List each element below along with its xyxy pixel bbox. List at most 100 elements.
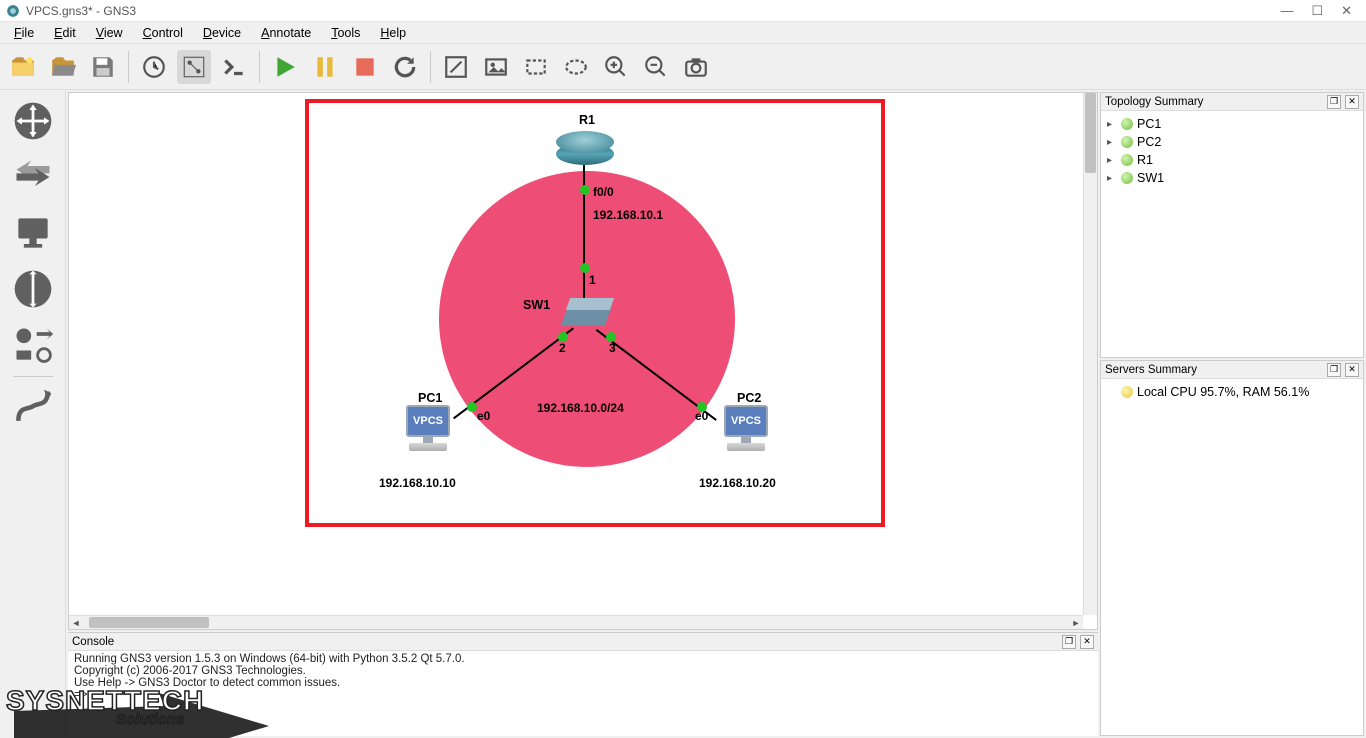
topology-header: Topology Summary ❐ ✕	[1101, 93, 1363, 111]
scroll-left-arrow[interactable]: ◄	[69, 616, 83, 630]
port-pc1-e0	[467, 402, 477, 412]
topology-undock-button[interactable]: ❐	[1327, 95, 1341, 109]
topology-item-sw1[interactable]: ▸SW1	[1107, 169, 1357, 187]
new-project-button[interactable]	[6, 50, 40, 84]
network-label: 192.168.10.0/24	[537, 401, 624, 415]
ellipse-button[interactable]	[559, 50, 593, 84]
server-local[interactable]: Local CPU 95.7%, RAM 56.1%	[1107, 383, 1357, 401]
titlebar: VPCS.gns3* - GNS3 — ☐ ✕	[0, 0, 1366, 22]
console-close-button[interactable]: ✕	[1080, 635, 1094, 649]
servers-close-button[interactable]: ✕	[1345, 363, 1359, 377]
console-line-1: Running GNS3 version 1.5.3 on Windows (6…	[74, 653, 1092, 665]
topology-canvas[interactable]: R1 f0/0 192.168.10.1 SW1 1 2 3 192.168.1…	[69, 93, 1083, 615]
sw1-label[interactable]: SW1	[523, 298, 550, 312]
pc2-badge: VPCS	[724, 405, 768, 437]
console-undock-button[interactable]: ❐	[1062, 635, 1076, 649]
right-column: Topology Summary ❐ ✕ ▸PC1 ▸PC2 ▸R1 ▸SW1 …	[1100, 90, 1366, 738]
console-prompt: =>	[74, 689, 1092, 701]
minimize-button[interactable]: —	[1280, 3, 1293, 19]
pc2-ip: 192.168.10.20	[699, 476, 776, 490]
horizontal-scrollbar[interactable]: ◄ ►	[69, 615, 1083, 629]
sw1-p1: 1	[589, 273, 596, 287]
port-sw1-1	[580, 263, 590, 273]
close-button[interactable]: ✕	[1341, 3, 1352, 19]
menu-tools[interactable]: Tools	[323, 24, 368, 42]
topology-tree[interactable]: ▸PC1 ▸PC2 ▸R1 ▸SW1	[1101, 111, 1363, 191]
toolbar	[0, 44, 1366, 90]
security-button[interactable]	[6, 262, 60, 316]
status-dot-icon	[1121, 154, 1133, 166]
console-button[interactable]	[217, 50, 251, 84]
pc2-label[interactable]: PC2	[737, 391, 761, 405]
device-dock	[0, 90, 66, 738]
console-panel: Console ❐ ✕ Running GNS3 version 1.5.3 o…	[68, 632, 1098, 736]
stop-button[interactable]	[348, 50, 382, 84]
menu-control[interactable]: Control	[135, 24, 191, 42]
reload-button[interactable]	[388, 50, 422, 84]
menu-annotate[interactable]: Annotate	[253, 24, 319, 42]
main: R1 f0/0 192.168.10.1 SW1 1 2 3 192.168.1…	[0, 90, 1366, 738]
routers-button[interactable]	[6, 94, 60, 148]
menu-file[interactable]: File	[6, 24, 42, 42]
topology-item-pc2[interactable]: ▸PC2	[1107, 133, 1357, 151]
pause-button[interactable]	[308, 50, 342, 84]
open-project-button[interactable]	[46, 50, 80, 84]
clock-button[interactable]	[137, 50, 171, 84]
servers-list[interactable]: Local CPU 95.7%, RAM 56.1%	[1101, 379, 1363, 405]
servers-panel: Servers Summary ❐ ✕ Local CPU 95.7%, RAM…	[1100, 360, 1364, 736]
servers-undock-button[interactable]: ❐	[1327, 363, 1341, 377]
link-button[interactable]	[6, 381, 60, 435]
annotate-button[interactable]	[439, 50, 473, 84]
menu-device[interactable]: Device	[195, 24, 249, 42]
topology-title: Topology Summary	[1105, 96, 1203, 108]
grid-button[interactable]	[177, 50, 211, 84]
topology-item-r1[interactable]: ▸R1	[1107, 151, 1357, 169]
node-r1[interactable]	[556, 131, 614, 165]
canvas-wrap: R1 f0/0 192.168.10.1 SW1 1 2 3 192.168.1…	[68, 92, 1098, 630]
status-dot-icon	[1121, 172, 1133, 184]
topology-close-button[interactable]: ✕	[1345, 95, 1359, 109]
screenshot-button[interactable]	[679, 50, 713, 84]
pc1-badge: VPCS	[406, 405, 450, 437]
switches-button[interactable]	[6, 150, 60, 204]
center-column: R1 f0/0 192.168.10.1 SW1 1 2 3 192.168.1…	[66, 90, 1100, 738]
all-devices-button[interactable]	[6, 318, 60, 372]
end-devices-button[interactable]	[6, 206, 60, 260]
menubar: File Edit View Control Device Annotate T…	[0, 22, 1366, 44]
window-controls: — ☐ ✕	[1280, 3, 1360, 19]
node-sw1[interactable]	[564, 298, 608, 326]
save-project-button[interactable]	[86, 50, 120, 84]
zoom-out-button[interactable]	[639, 50, 673, 84]
node-pc2[interactable]: VPCS	[719, 405, 773, 457]
console-line-2: Copyright (c) 2006-2017 GNS3 Technologie…	[74, 665, 1092, 677]
console-header: Console ❐ ✕	[68, 633, 1098, 651]
pc2-iface: e0	[695, 409, 708, 423]
vertical-scrollbar[interactable]	[1083, 93, 1097, 615]
scroll-right-arrow[interactable]: ►	[1069, 616, 1083, 630]
status-dot-icon	[1121, 118, 1133, 130]
topology-item-pc1[interactable]: ▸PC1	[1107, 115, 1357, 133]
console-line-3: Use Help -> GNS3 Doctor to detect common…	[74, 677, 1092, 689]
start-button[interactable]	[268, 50, 302, 84]
menu-view[interactable]: View	[88, 24, 131, 42]
window-title: VPCS.gns3* - GNS3	[26, 4, 1280, 18]
servers-title: Servers Summary	[1105, 364, 1197, 376]
app-icon	[6, 4, 20, 18]
port-r1-f00	[580, 185, 590, 195]
menu-help[interactable]: Help	[372, 24, 414, 42]
sw1-p2: 2	[559, 341, 566, 355]
topology-panel: Topology Summary ❐ ✕ ▸PC1 ▸PC2 ▸R1 ▸SW1	[1100, 92, 1364, 358]
image-button[interactable]	[479, 50, 513, 84]
console-title: Console	[72, 636, 114, 648]
zoom-in-button[interactable]	[599, 50, 633, 84]
pc1-label[interactable]: PC1	[418, 391, 442, 405]
r1-iface: f0/0	[593, 185, 614, 199]
r1-ip: 192.168.10.1	[593, 208, 663, 222]
menu-edit[interactable]: Edit	[46, 24, 84, 42]
rect-button[interactable]	[519, 50, 553, 84]
r1-label[interactable]: R1	[579, 113, 595, 127]
pc1-ip: 192.168.10.10	[379, 476, 456, 490]
maximize-button[interactable]: ☐	[1311, 3, 1323, 19]
console-body[interactable]: Running GNS3 version 1.5.3 on Windows (6…	[68, 651, 1098, 736]
node-pc1[interactable]: VPCS	[401, 405, 455, 457]
